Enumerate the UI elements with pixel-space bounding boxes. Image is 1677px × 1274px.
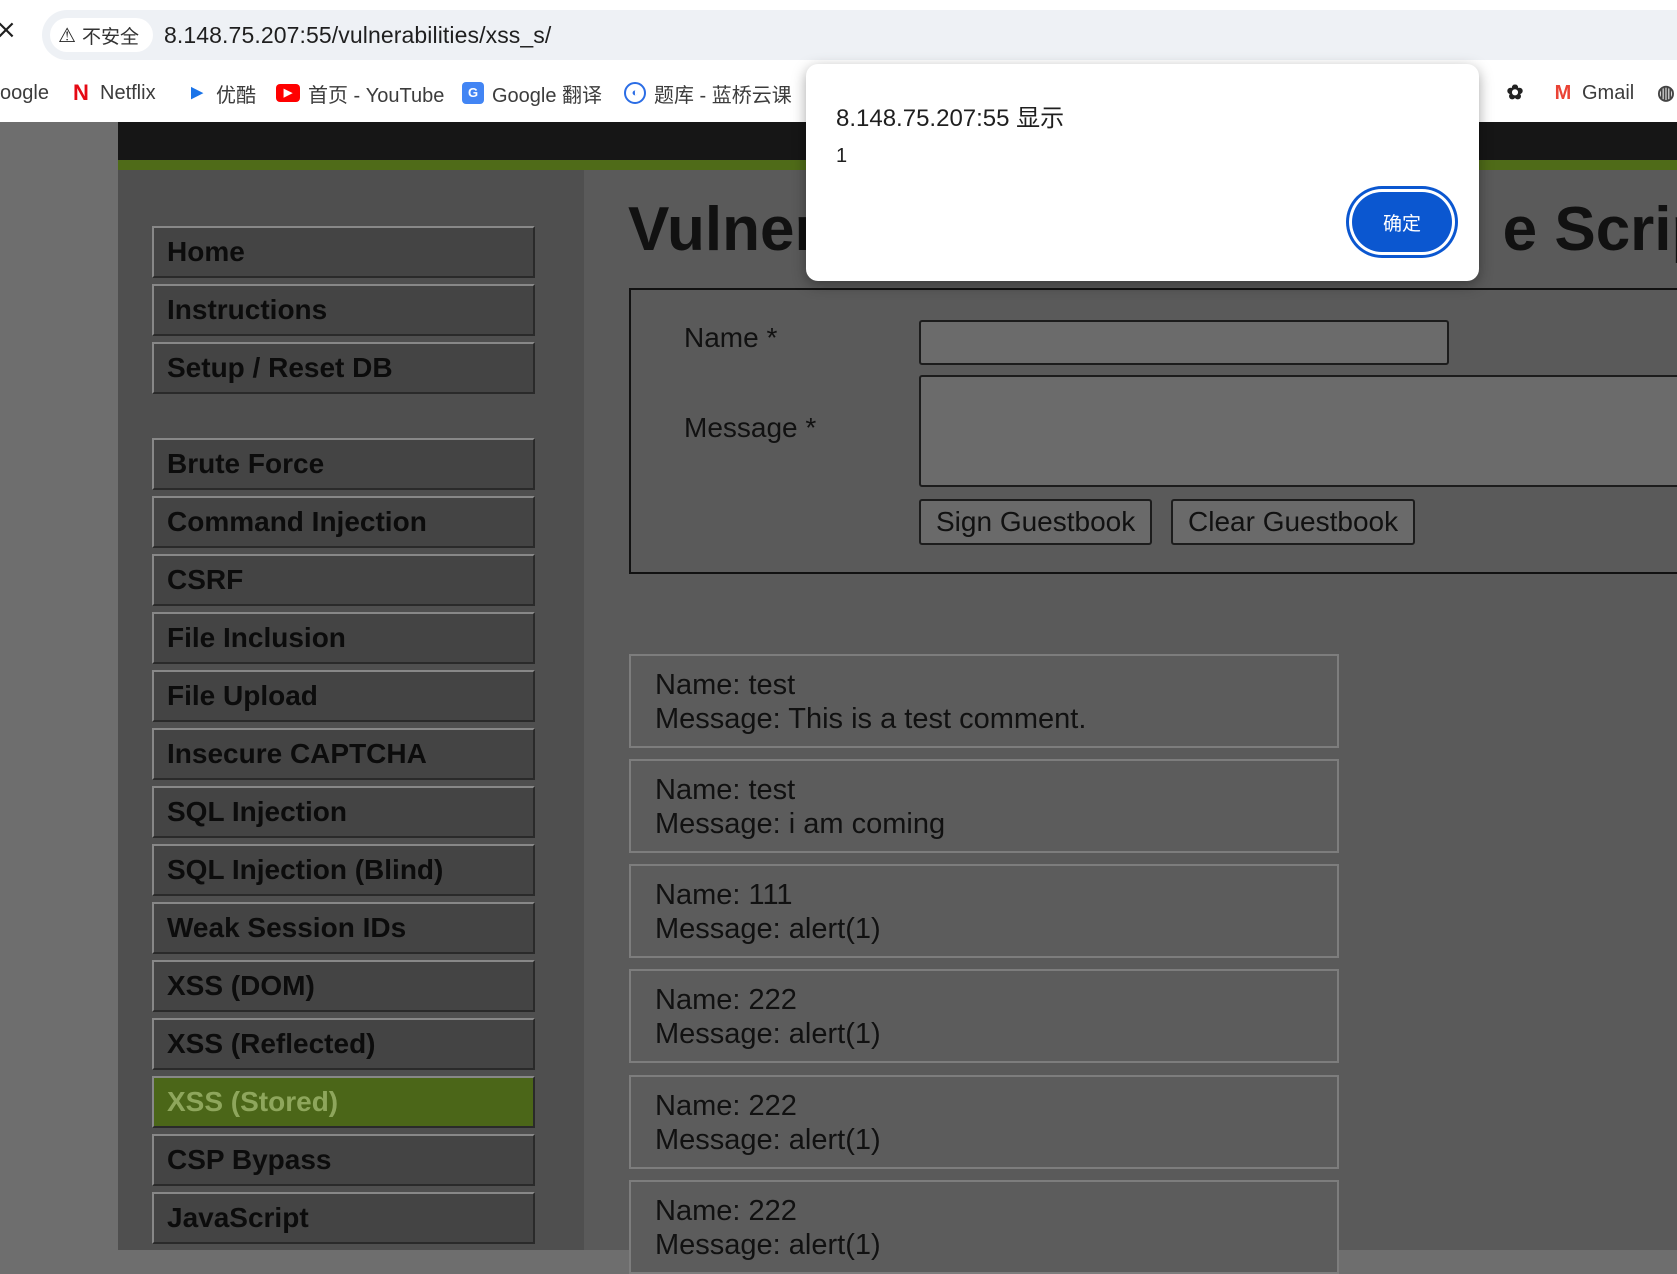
menu-item-csrf[interactable]: CSRF xyxy=(152,554,535,606)
entry-name: Name: test xyxy=(655,774,796,806)
guestbook-entry: Name: 222 Message: alert(1) xyxy=(629,1180,1339,1274)
bookmark-google-translate[interactable]: G Google 翻译 xyxy=(462,78,602,108)
security-label: 不安全 xyxy=(81,26,139,48)
name-label: Name * xyxy=(684,322,778,353)
entry-message: Message: This is a test comment. xyxy=(655,703,1087,735)
menu-item-command-injection[interactable]: Command Injection xyxy=(152,496,535,548)
alert-message: 1 xyxy=(836,145,848,167)
bookmark-globe[interactable]: ◍ xyxy=(1655,78,1677,108)
menu-item-javascript[interactable]: JavaScript xyxy=(152,1192,535,1244)
name-input[interactable] xyxy=(919,320,1449,365)
bookmark-lanqiao[interactable]: ◐ 题库 - 蓝桥云课 xyxy=(624,78,792,108)
youku-icon: ▶ xyxy=(191,84,203,101)
guestbook-entry: Name: 222 Message: alert(1) xyxy=(629,1075,1339,1169)
security-indicator[interactable]: ⚠ 不安全 xyxy=(50,18,153,52)
page-title-left: Vulner xyxy=(628,195,819,264)
menu-item-file-upload[interactable]: File Upload xyxy=(152,670,535,722)
bookmark-youku[interactable]: ▶ 优酷 xyxy=(186,78,256,108)
entry-message: Message: i am coming xyxy=(655,808,946,840)
alert-ok-button[interactable]: 确定 xyxy=(1352,192,1452,252)
bookmark-youtube[interactable]: ▶ 首页 - YouTube xyxy=(276,78,444,108)
alert-dialog: 8.148.75.207:55 显示 1 确定 xyxy=(806,64,1479,281)
bookmark-gmail[interactable]: M Gmail xyxy=(1552,78,1635,108)
warning-icon: ⚠ xyxy=(58,23,76,47)
menu-item-xss-stored[interactable]: XSS (Stored) xyxy=(152,1076,535,1128)
url-text[interactable]: 8.148.75.207:55/vulnerabilities/xss_s/ xyxy=(164,22,551,49)
menu-item-home[interactable]: Home xyxy=(152,226,535,278)
bookmark-openai[interactable]: ✿ xyxy=(1504,78,1534,108)
close-icon[interactable]: × xyxy=(0,17,18,43)
menu-item-xss-reflected[interactable]: XSS (Reflected) xyxy=(152,1018,535,1070)
menu-item-weak-session-ids[interactable]: Weak Session IDs xyxy=(152,902,535,954)
bookmark-label: Gmail xyxy=(1582,81,1635,104)
browser-address-bar: × ⚠ 不安全 8.148.75.207:55/vulnerabilities/… xyxy=(0,0,1677,66)
menu-item-sql-injection-blind[interactable]: SQL Injection (Blind) xyxy=(152,844,535,896)
netflix-icon: N xyxy=(73,80,89,105)
entry-name: Name: 222 xyxy=(655,1090,797,1122)
guestbook-entry: Name: 111 Message: alert(1) xyxy=(629,864,1339,958)
entry-message: Message: alert(1) xyxy=(655,913,881,945)
entry-name: Name: test xyxy=(655,669,796,701)
bookmark-label: 首页 - YouTube xyxy=(308,84,445,107)
guestbook-entry: Name: test Message: This is a test comme… xyxy=(629,654,1339,748)
entry-name: Name: 111 xyxy=(655,879,793,911)
message-input[interactable] xyxy=(919,375,1677,487)
entry-message: Message: alert(1) xyxy=(655,1124,881,1156)
menu-item-file-inclusion[interactable]: File Inclusion xyxy=(152,612,535,664)
google-translate-icon: G xyxy=(462,82,484,104)
bookmark-label: Netflix xyxy=(100,81,156,104)
globe-icon: ◍ xyxy=(1657,82,1675,104)
gmail-icon: M xyxy=(1554,82,1572,104)
menu-item-brute-force[interactable]: Brute Force xyxy=(152,438,535,490)
clear-guestbook-button[interactable]: Clear Guestbook xyxy=(1171,499,1416,545)
alert-origin: 8.148.75.207:55 显示 xyxy=(836,105,1065,132)
bookmark-netflix[interactable]: N Netflix xyxy=(70,78,156,108)
guestbook-entry: Name: 222 Message: alert(1) xyxy=(629,969,1339,1063)
bookmark-label: oogle xyxy=(0,81,49,104)
bookmark-label: 题库 - 蓝桥云课 xyxy=(654,84,792,107)
youtube-icon: ▶ xyxy=(276,84,300,102)
guestbook-entry: Name: test Message: i am coming xyxy=(629,759,1339,853)
message-label: Message * xyxy=(684,412,817,443)
menu-item-insecure-captcha[interactable]: Insecure CAPTCHA xyxy=(152,728,535,780)
bookmark-label: 优酷 xyxy=(216,84,256,107)
menu-item-sql-injection[interactable]: SQL Injection xyxy=(152,786,535,838)
sign-guestbook-button[interactable]: Sign Guestbook xyxy=(919,499,1153,545)
menu-item-instructions[interactable]: Instructions xyxy=(152,284,535,336)
omnibox[interactable]: ⚠ 不安全 8.148.75.207:55/vulnerabilities/xs… xyxy=(42,10,1677,60)
lanqiao-icon: ◐ xyxy=(624,82,646,104)
entry-message: Message: alert(1) xyxy=(655,1229,881,1261)
menu-item-xss-dom[interactable]: XSS (DOM) xyxy=(152,960,535,1012)
page-title-right: e Script xyxy=(1502,195,1677,264)
menu-item-setup[interactable]: Setup / Reset DB xyxy=(152,342,535,394)
bookmark-google[interactable]: oogle xyxy=(0,78,49,108)
openai-icon: ✿ xyxy=(1506,82,1524,104)
entry-name: Name: 222 xyxy=(655,1195,797,1227)
entry-name: Name: 222 xyxy=(655,984,797,1016)
menu-item-csp-bypass[interactable]: CSP Bypass xyxy=(152,1134,535,1186)
bookmark-label: Google 翻译 xyxy=(492,84,603,107)
entry-message: Message: alert(1) xyxy=(655,1018,881,1050)
